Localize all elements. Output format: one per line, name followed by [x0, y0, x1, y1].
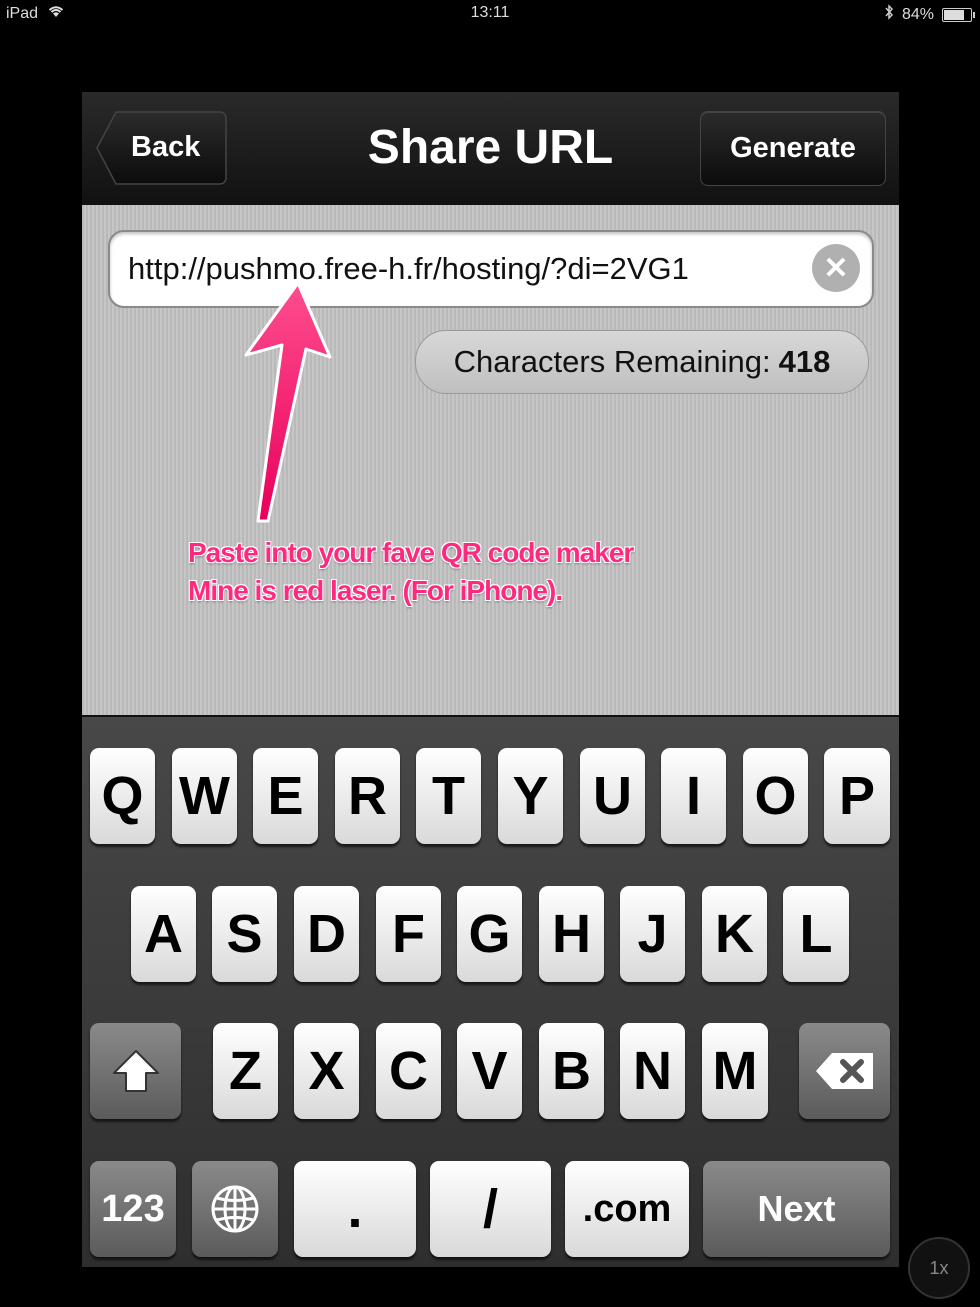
key[interactable]: K [702, 886, 767, 982]
app-window: Back Share URL Generate http://pushmo.fr… [82, 92, 899, 1267]
numbers-key[interactable]: 123 [90, 1161, 176, 1257]
characters-remaining-count: 418 [778, 344, 831, 379]
battery-percent: 84% [901, 5, 934, 23]
slash-key[interactable]: / [430, 1161, 551, 1257]
key[interactable]: E [253, 748, 318, 844]
characters-remaining-badge: Characters Remaining: 418 [415, 330, 869, 394]
next-key[interactable]: Next [703, 1161, 890, 1257]
globe-icon [211, 1185, 259, 1233]
annotation-text: Paste into your fave QR code maker Mine … [188, 534, 634, 610]
dotcom-key[interactable]: .com [565, 1161, 689, 1257]
key[interactable]: F [376, 886, 441, 982]
key[interactable]: N [620, 1023, 685, 1119]
arrow-annotation-icon [244, 281, 332, 523]
key[interactable]: Q [90, 748, 155, 844]
key[interactable]: A [131, 886, 196, 982]
characters-remaining-label: Characters Remaining: [453, 344, 771, 379]
generate-button[interactable]: Generate [700, 111, 886, 186]
key[interactable]: C [376, 1023, 441, 1119]
bluetooth-icon [884, 4, 894, 25]
battery-icon [942, 7, 975, 22]
key[interactable]: X [294, 1023, 359, 1119]
key[interactable]: R [335, 748, 400, 844]
key[interactable]: O [743, 748, 808, 844]
shift-arrow-icon [112, 1050, 159, 1092]
globe-key[interactable] [192, 1161, 278, 1257]
key[interactable]: U [580, 748, 645, 844]
key[interactable]: Z [213, 1023, 278, 1119]
key[interactable]: D [294, 886, 359, 982]
key[interactable]: Y [498, 748, 563, 844]
key[interactable]: W [172, 748, 237, 844]
key[interactable]: B [539, 1023, 604, 1119]
clear-icon[interactable]: ✕ [812, 244, 860, 292]
key[interactable]: P [824, 748, 890, 844]
key[interactable]: M [702, 1023, 768, 1119]
key[interactable]: G [457, 886, 522, 982]
backspace-key[interactable] [799, 1023, 890, 1119]
key[interactable]: T [416, 748, 481, 844]
status-bar: iPad 13:11 84% [0, 0, 980, 28]
period-key[interactable]: . [294, 1161, 416, 1257]
key[interactable]: J [620, 886, 685, 982]
backspace-icon [815, 1053, 873, 1089]
url-value: http://pushmo.free-h.fr/hosting/?di=2VG1 [128, 251, 689, 286]
navigation-bar: Back Share URL Generate [82, 92, 899, 206]
annotation-line-1: Paste into your fave QR code maker [188, 537, 634, 568]
shift-key[interactable] [90, 1023, 181, 1119]
key[interactable]: I [661, 748, 726, 844]
key[interactable]: H [539, 886, 604, 982]
zoom-button[interactable]: 1x [908, 1237, 970, 1299]
key[interactable]: L [783, 886, 849, 982]
key[interactable]: S [212, 886, 277, 982]
annotation-line-2: Mine is red laser. (For iPhone). [188, 575, 563, 606]
url-input[interactable]: http://pushmo.free-h.fr/hosting/?di=2VG1… [108, 230, 874, 308]
share-form: http://pushmo.free-h.fr/hosting/?di=2VG1… [82, 205, 899, 715]
key[interactable]: V [457, 1023, 522, 1119]
status-time: 13:11 [470, 4, 510, 21]
keyboard: Q W E R T Y U I O P A S D F G H J K L Z … [82, 715, 899, 1267]
